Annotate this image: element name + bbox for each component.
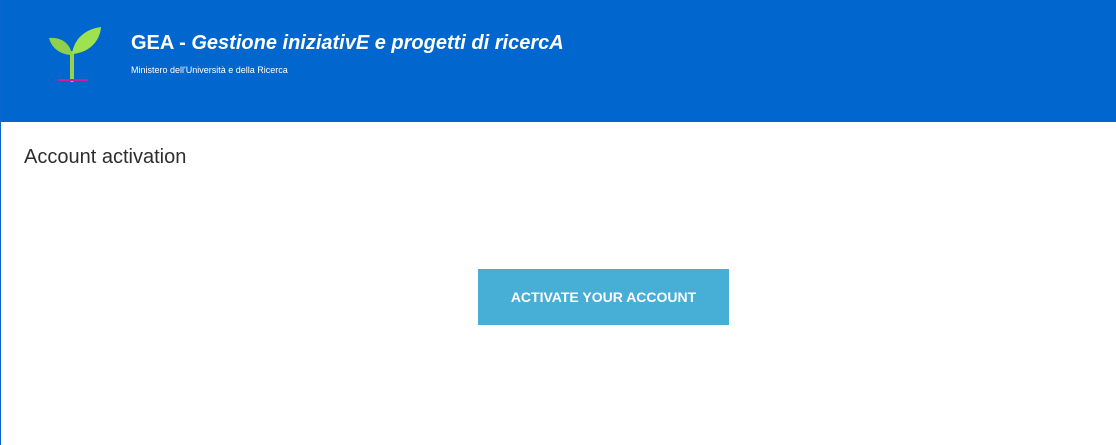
app-title-italic: Gestione iniziativE e progetti di ricerc… [191,32,564,54]
app-title-group: GEA - Gestione iniziativE e progetti di … [131,30,564,77]
sprout-icon [49,27,101,82]
activate-account-button[interactable]: ACTIVATE YOUR ACCOUNT [478,269,729,325]
app-title-prefix: GEA - [131,32,192,54]
app-title: GEA - Gestione iniziativE e progetti di … [131,30,564,56]
app-subtitle: Ministero dell'Università e della Ricerc… [131,65,288,75]
page: GEA - Gestione iniziativE e progetti di … [0,0,1116,445]
page-title: Account activation [24,146,187,168]
app-header: GEA - Gestione iniziativE e progetti di … [1,0,1116,122]
